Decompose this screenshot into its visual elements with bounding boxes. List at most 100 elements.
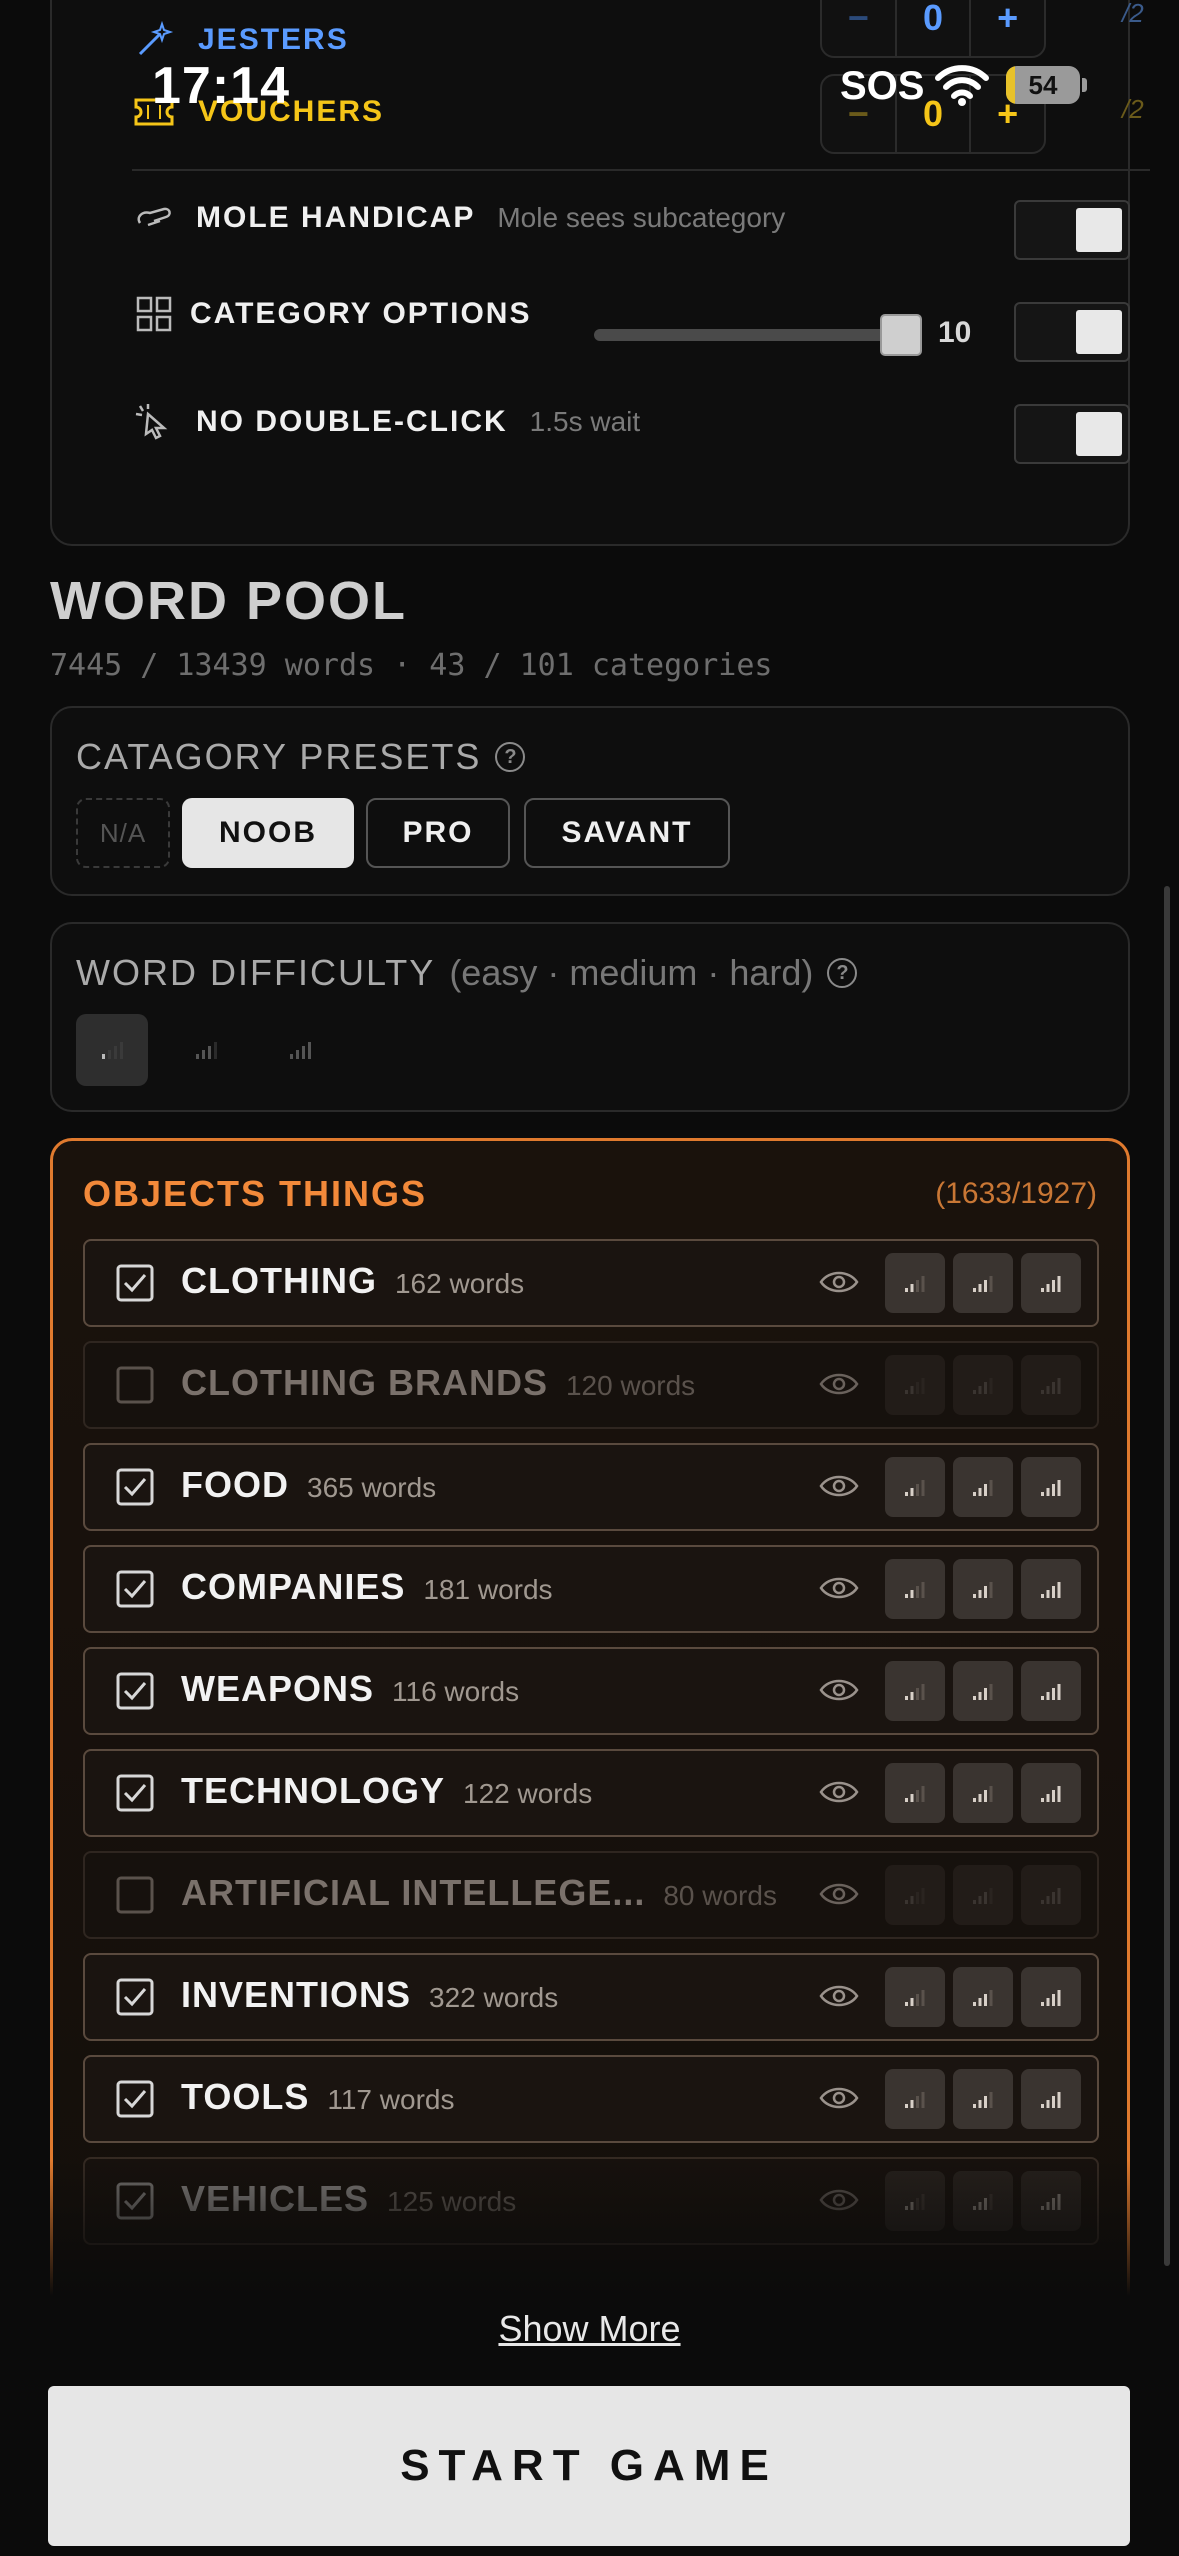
subcategory-difficulty-medium-button[interactable] [953,2069,1013,2129]
difficulty-medium-button[interactable] [170,1014,242,1086]
battery-nub [1082,78,1087,92]
word-difficulty-title: WORD DIFFICULTY [76,952,436,993]
subcategory-difficulty-easy-button[interactable] [885,2069,945,2129]
subcategory-difficulty-medium-button[interactable] [953,1763,1013,1823]
signal-3-icon [290,1042,311,1059]
eye-icon[interactable] [819,1573,859,1608]
category-objects-things: OBJECTS THINGS (1633/1927) CLOTHING 162 w… [50,1138,1130,2300]
subcategory-label: CLOTHING 162 words [181,1260,524,1302]
eye-icon[interactable] [819,1777,859,1812]
preset-na-button[interactable]: N/A [76,798,170,868]
subcategory-difficulty-hard-button[interactable] [1021,1763,1081,1823]
subcategory-difficulty-medium-button[interactable] [953,1559,1013,1619]
eye-icon[interactable] [819,2185,859,2220]
subcategory-row: TECHNOLOGY 122 words [83,1749,1099,1837]
word-difficulty-panel: WORD DIFFICULTY (easy · medium · hard) ? [50,922,1130,1112]
mole-handicap-label: MOLE HANDICAP [196,201,476,234]
checkbox-checked-icon[interactable] [115,1467,155,1507]
subcategory-difficulty-hard-button[interactable] [1021,1559,1081,1619]
no-double-click-sub: 1.5s wait [529,406,641,437]
subcategory-name: CLOTHING [181,1260,377,1301]
subcategory-difficulty-hard-button[interactable] [1021,2069,1081,2129]
signal-1-icon [102,1042,123,1059]
subcategory-difficulty-medium-button[interactable] [953,1355,1013,1415]
subcategory-difficulty-hard-button[interactable] [1021,1355,1081,1415]
preset-savant-button[interactable]: SAVANT [524,798,730,868]
eye-icon[interactable] [819,1981,859,2016]
show-more-link[interactable]: Show More [0,2308,1179,2350]
no-double-click-toggle[interactable] [1014,404,1130,464]
jesters-increment-button[interactable]: + [969,0,1044,56]
subcategory-word-count: 322 words [429,1982,559,2013]
eye-icon[interactable] [819,1879,859,1914]
subcategory-difficulty-medium-button[interactable] [953,2171,1013,2231]
subcategory-difficulty-medium-button[interactable] [953,1865,1013,1925]
start-game-button[interactable]: START GAME [48,2386,1130,2546]
jesters-decrement-button[interactable]: − [822,0,895,56]
subcategory-difficulty-easy-button[interactable] [885,1865,945,1925]
checkbox-checked-icon[interactable] [115,1263,155,1303]
subcategory-difficulty-easy-button[interactable] [885,1253,945,1313]
preset-noob-button[interactable]: NOOB [182,798,354,868]
status-sos: SOS [840,64,925,108]
subcategory-difficulty-medium-button[interactable] [953,1661,1013,1721]
subcategory-difficulty-easy-button[interactable] [885,1967,945,2027]
eye-icon[interactable] [819,1369,859,1404]
category-count: (1633/1927) [935,1177,1097,1210]
checkbox-checked-icon[interactable] [115,2181,155,2221]
subcategory-label: ARTIFICIAL INTELLEGE... 80 words [181,1872,777,1914]
subcategory-row: ARTIFICIAL INTELLEGE... 80 words [83,1851,1099,1939]
subcategory-difficulty-hard-button[interactable] [1021,1967,1081,2027]
subcategory-difficulty-easy-button[interactable] [885,2171,945,2231]
subcategory-difficulty-medium-button[interactable] [953,1457,1013,1517]
jesters-count: 0 [894,0,970,56]
preset-pro-button[interactable]: PRO [366,798,510,868]
subcategory-difficulty-hard-button[interactable] [1021,1253,1081,1313]
eye-icon[interactable] [819,1471,859,1506]
difficulty-easy-button[interactable] [76,1014,148,1086]
checkbox-checked-icon[interactable] [115,1569,155,1609]
checkbox-checked-icon[interactable] [115,1773,155,1813]
category-presets-heading: CATAGORY PRESETS ? [76,736,526,778]
subcategory-difficulty-medium-button[interactable] [953,1253,1013,1313]
mole-handicap-sub: Mole sees subcategory [497,202,786,233]
subcategory-difficulty-group [885,1661,1081,1721]
subcategory-label: TOOLS 117 words [181,2076,454,2118]
eye-icon[interactable] [819,2083,859,2118]
difficulty-hard-button[interactable] [264,1014,336,1086]
eye-icon[interactable] [819,1267,859,1302]
subcategory-difficulty-hard-button[interactable] [1021,1457,1081,1517]
subcategory-difficulty-hard-button[interactable] [1021,1661,1081,1721]
checkbox-unchecked-icon[interactable] [115,1365,155,1405]
subcategory-name: ARTIFICIAL INTELLEGE... [181,1872,646,1913]
checkbox-checked-icon[interactable] [115,1671,155,1711]
subcategory-difficulty-easy-button[interactable] [885,1559,945,1619]
subcategory-row: CLOTHING 162 words [83,1239,1099,1327]
category-presets-panel: CATAGORY PRESETS ? N/A NOOB PRO SAVANT [50,706,1130,896]
subcategory-difficulty-easy-button[interactable] [885,1661,945,1721]
subcategory-difficulty-group [885,1457,1081,1517]
subcategory-difficulty-easy-button[interactable] [885,1763,945,1823]
help-icon[interactable]: ? [495,742,526,772]
category-options-slider[interactable] [594,329,900,341]
category-options-toggle[interactable] [1014,302,1130,362]
help-icon[interactable]: ? [827,958,858,988]
subcategory-difficulty-hard-button[interactable] [1021,1865,1081,1925]
checkbox-unchecked-icon[interactable] [115,1875,155,1915]
subcategory-label: VEHICLES 125 words [181,2178,516,2220]
subcategory-difficulty-easy-button[interactable] [885,1355,945,1415]
checkbox-checked-icon[interactable] [115,1977,155,2017]
word-difficulty-sub: (easy · medium · hard) [449,952,814,993]
eye-icon[interactable] [819,1675,859,1710]
subcategory-difficulty-medium-button[interactable] [953,1967,1013,2027]
mole-handicap-toggle[interactable] [1014,200,1130,260]
subcategory-label: CLOTHING BRANDS 120 words [181,1362,695,1404]
subcategory-difficulty-easy-button[interactable] [885,1457,945,1517]
category-options-slider-thumb[interactable] [880,314,922,356]
subcategory-row: TOOLS 117 words [83,2055,1099,2143]
scrollbar[interactable] [1164,886,1170,2266]
category-title[interactable]: OBJECTS THINGS [83,1173,427,1215]
subcategory-label: FOOD 365 words [181,1464,436,1506]
subcategory-difficulty-hard-button[interactable] [1021,2171,1081,2231]
checkbox-checked-icon[interactable] [115,2079,155,2119]
